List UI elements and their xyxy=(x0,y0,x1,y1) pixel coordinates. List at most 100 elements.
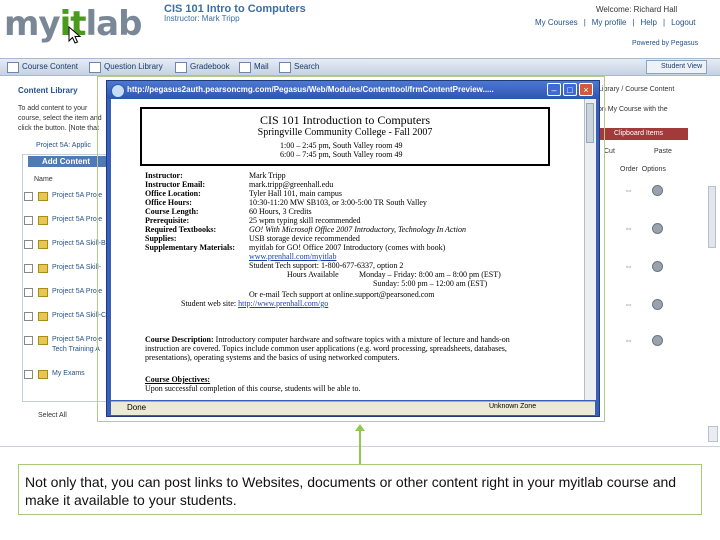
row-checkbox[interactable] xyxy=(24,240,33,249)
course-content-icon xyxy=(7,62,19,73)
row-label: Tech Training A xyxy=(52,346,100,353)
hours-label: Hours Available xyxy=(287,270,339,279)
tab-question-library[interactable]: Question Library xyxy=(86,60,163,74)
myitlab-link[interactable]: www.prenhall.com/myitlab xyxy=(249,252,336,261)
right-scrollbar[interactable] xyxy=(708,186,716,248)
my-profile-link[interactable]: My profile xyxy=(592,18,627,27)
order-label: Order xyxy=(620,166,638,173)
field-value: mark.tripp@greenhall.edu xyxy=(249,180,334,189)
field-value: 60 Hours, 3 Credits xyxy=(249,207,312,216)
document-icon xyxy=(38,288,48,297)
document-icon xyxy=(38,312,48,321)
field-value: 10:30-11:20 MW SB103, or 3:00-5:00 TR So… xyxy=(249,198,427,207)
row-checkbox[interactable] xyxy=(24,288,33,297)
options-gear-icon[interactable] xyxy=(652,223,663,234)
page-scrollbar[interactable] xyxy=(708,426,718,442)
search-icon xyxy=(279,62,291,73)
options-label: Options xyxy=(641,166,666,173)
row-checkbox[interactable] xyxy=(24,336,33,345)
course-objectives-label: Course Objectives: xyxy=(145,375,211,384)
clipboard-items-header[interactable]: Clipboard Items xyxy=(598,128,688,140)
top-links: My Courses | My profile | Help | Logout xyxy=(532,18,699,27)
reorder-arrow-icon[interactable]: ⇔ xyxy=(624,262,634,271)
website-row: Student web site: http://www.prenhall.co… xyxy=(181,299,328,308)
student-view-button[interactable]: Student View xyxy=(646,60,708,74)
website-link[interactable]: http://www.prenhall.com/go xyxy=(238,299,328,308)
select-all-checkbox[interactable]: Select All xyxy=(38,412,67,419)
my-courses-link[interactable]: My Courses xyxy=(535,18,578,27)
row-label: Project 5A Proje xyxy=(52,192,103,199)
hours-weekday: Monday – Friday: 8:00 am – 8:00 pm (EST) xyxy=(359,270,501,279)
reorder-arrow-icon[interactable]: ⇔ xyxy=(624,336,634,345)
row-label: Project 5A Proje xyxy=(52,216,103,223)
tab-label: Course Content xyxy=(22,62,79,71)
class-time: 6:00 – 7:45 pm, South Valley room 49 xyxy=(280,150,403,159)
popup-scrollbar[interactable] xyxy=(584,99,596,400)
tab-course-content[interactable]: Course Content xyxy=(4,60,78,74)
document-icon xyxy=(38,264,48,273)
tab-mail[interactable]: Mail xyxy=(236,60,269,74)
field-label: Prerequisite: xyxy=(145,216,190,225)
options-gear-icon[interactable] xyxy=(652,335,663,346)
field-value: USB storage device recommended xyxy=(249,234,360,243)
class-time: 1:00 – 2:45 pm, South Valley room 49 xyxy=(280,141,403,150)
options-gear-icon[interactable] xyxy=(652,261,663,272)
options-gear-icon[interactable] xyxy=(652,299,663,310)
syllabus-document: CIS 101 Introduction to Computers Spring… xyxy=(111,99,584,400)
status-bar: Done Unknown Zone xyxy=(111,401,595,415)
right-panel-text: on My Course with the xyxy=(598,106,668,113)
document-icon xyxy=(38,336,48,345)
field-value: GO! With Microsoft Office 2007 Introduct… xyxy=(249,225,466,234)
row-label: My Exams xyxy=(52,370,85,377)
window-titlebar[interactable]: http://pegasus2auth.pearsoncmg.com/Pegas… xyxy=(107,81,599,99)
logo-suffix: lab xyxy=(85,4,143,44)
syllabus-header-box: CIS 101 Introduction to Computers Spring… xyxy=(140,107,550,166)
syllabus-title: CIS 101 Introduction to Computers xyxy=(260,113,430,127)
connector-line xyxy=(359,426,361,464)
scroll-thumb[interactable] xyxy=(586,103,594,143)
row-checkbox[interactable] xyxy=(24,264,33,273)
field-value: 25 wpm typing skill recommended xyxy=(249,216,361,225)
tab-label: Mail xyxy=(254,62,269,71)
row-checkbox[interactable] xyxy=(24,192,33,201)
logout-link[interactable]: Logout xyxy=(671,18,695,27)
tab-search[interactable]: Search xyxy=(276,60,319,74)
minimize-button[interactable]: – xyxy=(547,83,561,96)
document-icon xyxy=(38,192,48,201)
options-gear-icon[interactable] xyxy=(652,185,663,196)
add-content-button[interactable]: Add Content xyxy=(28,156,106,167)
status-done: Done xyxy=(127,403,147,412)
row-checkbox[interactable] xyxy=(24,312,33,321)
connector-arrowhead xyxy=(355,424,365,431)
row-label: Project 5A Skill- xyxy=(52,264,102,271)
close-button[interactable]: × xyxy=(579,83,593,96)
library-top-item[interactable]: Project 5A: Applic xyxy=(36,142,91,149)
header: myitlab CIS 101 Intro to Computers Instr… xyxy=(0,0,720,58)
reorder-arrow-icon[interactable]: ⇔ xyxy=(624,224,634,233)
reorder-arrow-icon[interactable]: ⇔ xyxy=(624,300,634,309)
maximize-button[interactable]: □ xyxy=(563,83,577,96)
link-separator: | xyxy=(583,18,586,27)
security-zone: Unknown Zone xyxy=(489,403,537,410)
help-link[interactable]: Help xyxy=(641,18,657,27)
field-label: Office Location: xyxy=(145,189,201,198)
tab-label: Question Library xyxy=(104,62,163,71)
tab-gradebook[interactable]: Gradebook xyxy=(172,60,230,74)
hours-sunday: Sunday: 5:00 pm – 12:00 am (EST) xyxy=(373,279,488,288)
field-label: Office Hours: xyxy=(145,198,192,207)
website-label: Student web site: xyxy=(181,299,237,308)
paste-button[interactable]: Paste xyxy=(654,148,672,155)
course-content-breadcrumb: Library / Course Content xyxy=(598,86,675,93)
browser-icon xyxy=(111,84,125,98)
cut-button[interactable]: Cut xyxy=(604,148,615,155)
field-label: Instructor Email: xyxy=(145,180,206,189)
field-label: Required Textbooks: xyxy=(145,225,217,234)
gradebook-icon xyxy=(175,62,187,73)
reorder-arrow-icon[interactable]: ⇔ xyxy=(624,186,634,195)
tech-support-phone: Student Tech support: 1-800-677-6337, op… xyxy=(249,261,404,270)
caption-text: Not only that, you can post links to Web… xyxy=(25,474,677,508)
row-label: Project 5A Proje xyxy=(52,288,103,295)
row-checkbox[interactable] xyxy=(24,216,33,225)
row-checkbox[interactable] xyxy=(24,370,33,379)
question-library-icon xyxy=(89,62,101,73)
